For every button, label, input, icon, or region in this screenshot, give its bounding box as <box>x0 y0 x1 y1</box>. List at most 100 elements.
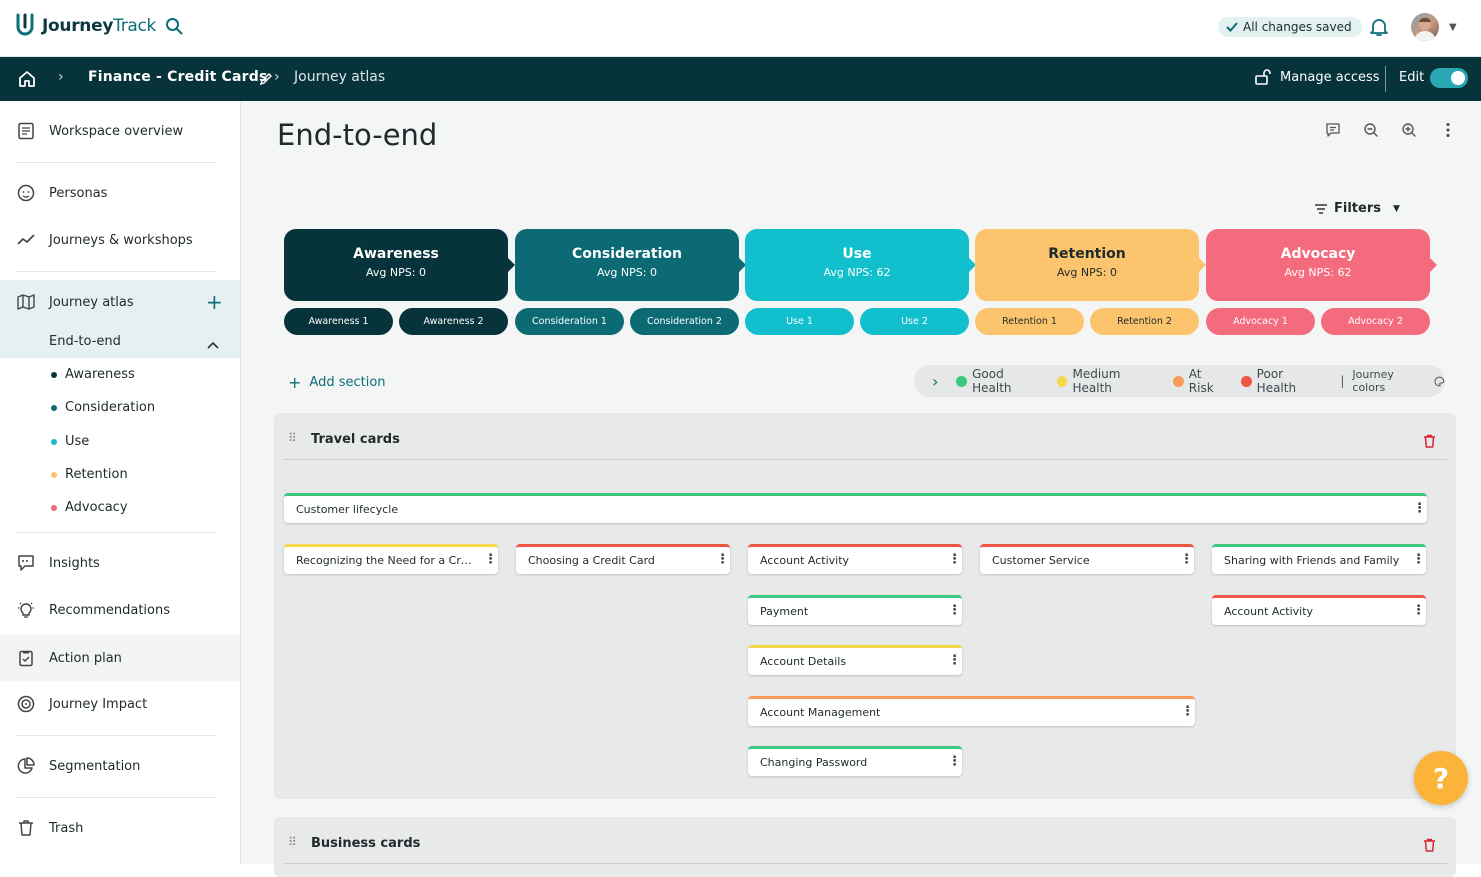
sidebar-item-journeys[interactable]: Journeys & workshops <box>0 218 240 262</box>
sidebar-item-workspace-overview[interactable]: Workspace overview <box>0 109 240 153</box>
substage-pill[interactable]: Retention 2 <box>1090 308 1199 335</box>
lifecycle-card[interactable]: Customer lifecycle ⋮ <box>284 493 1427 523</box>
stage-name: Advocacy <box>1280 246 1356 262</box>
card-menu-icon[interactable]: ⋮ <box>948 604 961 617</box>
add-atlas-plus-icon[interactable]: + <box>206 292 223 312</box>
user-avatar[interactable] <box>1411 13 1439 41</box>
health-dot-icon <box>1240 375 1252 387</box>
card-title: Customer lifecycle <box>296 503 399 516</box>
legend-label: At Risk <box>1188 367 1214 395</box>
page-title: End-to-end <box>277 118 438 152</box>
sidebar-item-journey-impact[interactable]: Journey Impact <box>0 682 240 726</box>
delete-section-icon[interactable] <box>1423 433 1436 452</box>
journey-step-card[interactable]: Sharing with Friends and Family ⋮ <box>1212 544 1426 574</box>
substage-pill[interactable]: Retention 1 <box>975 308 1084 335</box>
substage-pill[interactable]: Awareness 1 <box>284 308 393 335</box>
sidebar-item-journey-atlas[interactable]: Journey atlas + <box>0 280 240 324</box>
home-icon[interactable] <box>17 69 37 93</box>
sidebar-item-insights[interactable]: Insights <box>0 541 240 585</box>
journey-colors-toggle[interactable]: Journey colors <box>1352 368 1445 394</box>
card-menu-icon[interactable]: ⋮ <box>948 553 961 566</box>
top-bar: JourneyTrack All changes saved ▼ <box>0 0 1481 57</box>
sidebar-item-action-plan[interactable]: Action plan <box>0 635 240 681</box>
sidebar-phase-item[interactable]: Consideration <box>51 400 155 415</box>
card-menu-icon[interactable]: ⋮ <box>1413 502 1426 515</box>
substage-pill[interactable]: Awareness 2 <box>399 308 508 335</box>
chevron-right-icon[interactable]: › <box>932 372 938 391</box>
add-section-button[interactable]: + Add section <box>288 373 386 392</box>
journey-step-card[interactable]: Changing Password ⋮ <box>748 746 962 776</box>
stage-nps: Avg NPS: 62 <box>1284 266 1352 279</box>
app-logo[interactable]: JourneyTrack <box>14 12 156 40</box>
navbar-divider <box>1385 66 1386 92</box>
substage-pill[interactable]: Consideration 1 <box>515 308 624 335</box>
card-title: Recognizing the Need for a Credit Card <box>296 554 498 567</box>
chevron-up-icon[interactable] <box>207 334 219 353</box>
stage-header[interactable]: Retention Avg NPS: 0 <box>975 229 1206 301</box>
card-title: Account Activity <box>760 554 850 567</box>
sidebar-phase-item[interactable]: Awareness <box>51 367 135 382</box>
stage-header[interactable]: Advocacy Avg NPS: 62 <box>1206 229 1437 301</box>
stage-header[interactable]: Use Avg NPS: 62 <box>745 229 976 301</box>
card-menu-icon[interactable]: ⋮ <box>1180 553 1193 566</box>
main-content: End-to-end Filters ▼ Awareness Avg NPS: 0… <box>241 101 1481 877</box>
journey-step-card[interactable]: Recognizing the Need for a Credit Card ⋮ <box>284 544 498 574</box>
journey-step-card[interactable]: Account Details ⋮ <box>748 645 962 675</box>
help-button[interactable]: ? <box>1414 751 1468 805</box>
section-title[interactable]: Business cards <box>311 836 420 851</box>
sidebar-item-label: Insights <box>49 555 100 571</box>
journey-step-card[interactable]: Account Activity ⋮ <box>1212 595 1426 625</box>
section-divider <box>284 459 1447 460</box>
substage-pill[interactable]: Use 2 <box>860 308 969 335</box>
phase-dot-icon <box>51 471 57 478</box>
user-menu-caret-icon[interactable]: ▼ <box>1449 22 1457 33</box>
trend-line-icon <box>17 234 35 245</box>
comment-icon[interactable] <box>1325 122 1341 142</box>
clipboard-check-icon <box>19 650 33 667</box>
section-title[interactable]: Travel cards <box>311 432 400 447</box>
more-options-icon[interactable] <box>1445 122 1451 142</box>
edit-mode-toggle[interactable] <box>1430 68 1468 88</box>
zoom-in-icon[interactable] <box>1401 122 1417 142</box>
delete-section-icon[interactable] <box>1423 837 1436 856</box>
notifications-bell-icon[interactable] <box>1370 17 1388 41</box>
substage-pill[interactable]: Advocacy 1 <box>1206 308 1315 335</box>
sidebar-phase-item[interactable]: Advocacy <box>51 500 128 515</box>
stage-header[interactable]: Consideration Avg NPS: 0 <box>515 229 746 301</box>
card-menu-icon[interactable]: ⋮ <box>1412 604 1425 617</box>
card-menu-icon[interactable]: ⋮ <box>948 755 961 768</box>
sidebar-item-segmentation[interactable]: Segmentation <box>0 744 240 788</box>
substage-pill[interactable]: Advocacy 2 <box>1321 308 1430 335</box>
sidebar-item-end-to-end[interactable]: End-to-end <box>0 324 240 358</box>
journey-step-card[interactable]: Account Management ⋮ <box>748 696 1195 726</box>
sidebar-phase-label: Advocacy <box>65 500 128 515</box>
search-icon[interactable] <box>165 17 183 39</box>
manage-access-button[interactable]: Manage access <box>1254 68 1380 86</box>
zoom-out-icon[interactable] <box>1363 122 1379 142</box>
card-menu-icon[interactable]: ⋮ <box>484 553 497 566</box>
journey-step-card[interactable]: Payment ⋮ <box>748 595 962 625</box>
target-icon <box>17 695 35 713</box>
journey-step-card[interactable]: Account Activity ⋮ <box>748 544 962 574</box>
phase-dot-icon <box>51 404 57 411</box>
sidebar-item-recommendations[interactable]: Recommendations <box>0 588 240 632</box>
card-menu-icon[interactable]: ⋮ <box>948 654 961 667</box>
substage-pill[interactable]: Use 1 <box>745 308 854 335</box>
card-menu-icon[interactable]: ⋮ <box>716 553 729 566</box>
filters-dropdown[interactable]: Filters ▼ <box>1314 201 1400 216</box>
drag-handle-icon[interactable]: ⠿ <box>288 835 297 849</box>
sidebar-item-personas[interactable]: Personas <box>0 171 240 215</box>
drag-handle-icon[interactable]: ⠿ <box>288 431 297 445</box>
health-dot-icon <box>1056 375 1068 387</box>
journey-step-card[interactable]: Choosing a Credit Card ⋮ <box>516 544 730 574</box>
sidebar-phase-item[interactable]: Retention <box>51 467 128 482</box>
stage-header[interactable]: Awareness Avg NPS: 0 <box>284 229 515 301</box>
sidebar-item-trash[interactable]: Trash <box>0 806 240 850</box>
card-menu-icon[interactable]: ⋮ <box>1412 553 1425 566</box>
breadcrumb-workspace[interactable]: Finance - Credit Cards <box>88 69 268 85</box>
card-menu-icon[interactable]: ⋮ <box>1181 705 1194 718</box>
edit-pencil-icon[interactable] <box>259 71 273 90</box>
journey-step-card[interactable]: Customer Service ⋮ <box>980 544 1194 574</box>
substage-pill[interactable]: Consideration 2 <box>630 308 739 335</box>
sidebar-phase-item[interactable]: Use <box>51 434 89 449</box>
